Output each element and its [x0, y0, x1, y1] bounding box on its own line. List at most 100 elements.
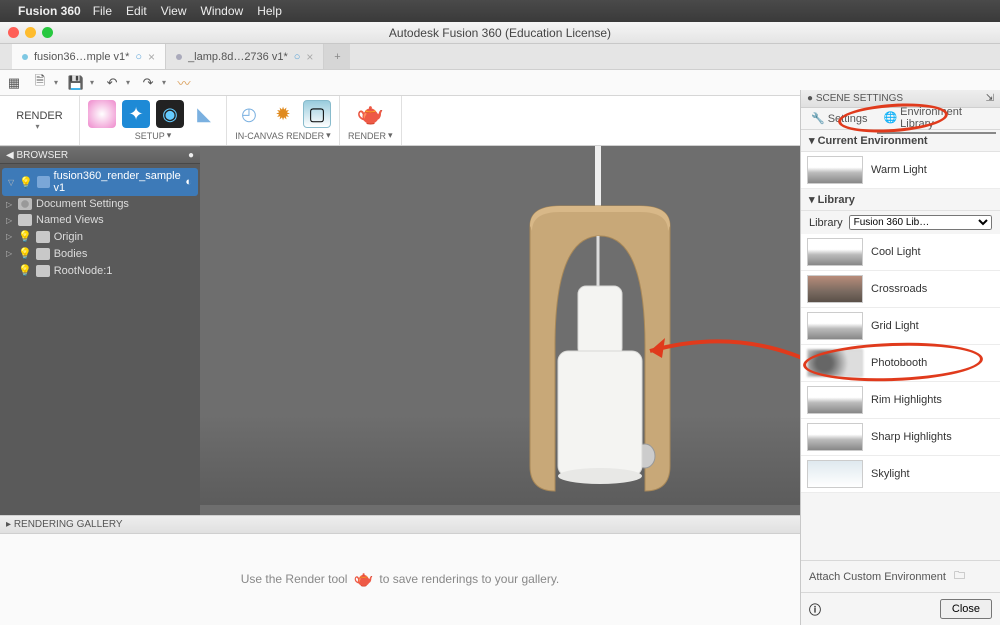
info-icon[interactable]: ⓘ [809, 601, 821, 618]
doc-tab-label: _lamp.8d…2736 v1* [188, 51, 288, 63]
attach-label: Attach Custom Environment [809, 571, 946, 583]
close-tab-icon[interactable]: × [306, 50, 313, 64]
library-label: Library [809, 217, 843, 229]
mac-menubar: Fusion 360 File Edit View Window Help ◉ … [0, 0, 1000, 22]
model-preview [470, 146, 730, 516]
capture-icon[interactable]: ▢ [303, 100, 331, 128]
env-item-rim-highlights[interactable]: Rim Highlights [801, 382, 1000, 419]
wrench-icon: 🔧 [811, 112, 825, 125]
decal-icon[interactable]: ◣ [190, 100, 218, 128]
tree-label: Named Views [36, 214, 104, 226]
gallery-empty-msg: Use the Render tool 🫖 to save renderings… [0, 534, 800, 624]
add-tab-button[interactable]: + [324, 44, 350, 69]
tree-label: Document Settings [36, 198, 129, 210]
doc-tab-1[interactable]: _lamp.8d…2736 v1* ○ × [166, 44, 324, 69]
env-label: Grid Light [871, 320, 919, 332]
tree-label: Origin [54, 231, 83, 243]
texture-icon[interactable]: ◉ [156, 100, 184, 128]
env-label: Rim Highlights [871, 394, 942, 406]
scene-settings-icon[interactable]: ✦ [122, 100, 150, 128]
folder-icon[interactable]: 🗀 [954, 567, 965, 586]
tree-label: Bodies [54, 248, 88, 260]
env-thumb [807, 386, 863, 414]
gallery-title: RENDERING GALLERY [14, 519, 123, 530]
env-label: Warm Light [871, 164, 927, 176]
library-select[interactable]: Fusion 360 Lib… [849, 215, 992, 230]
incanvas-render-icon[interactable]: ◴ [235, 100, 263, 128]
attach-env[interactable]: Attach Custom Environment 🗀 [801, 560, 1000, 592]
env-thumb [807, 312, 863, 340]
env-label: Sharp Highlights [871, 431, 952, 443]
window-titlebar: Autodesk Fusion 360 (Education License) [0, 22, 1000, 44]
gear-icon [18, 198, 32, 210]
folder-icon [36, 248, 50, 260]
doc-tab-0[interactable]: fusion36…mple v1* ○ × [12, 44, 166, 69]
appearance-icon[interactable] [88, 100, 116, 128]
minimize-window-icon[interactable] [25, 27, 36, 38]
undo-icon[interactable]: ↶ [104, 75, 120, 91]
menu-edit[interactable]: Edit [126, 4, 147, 18]
env-thumb [807, 275, 863, 303]
close-window-icon[interactable] [8, 27, 19, 38]
app-name[interactable]: Fusion 360 [18, 4, 81, 18]
teapot-icon: 🫖 [353, 569, 373, 589]
tree-item[interactable]: 💡RootNode:1 [2, 262, 198, 279]
env-label: Crossroads [871, 283, 927, 295]
tab-settings[interactable]: 🔧Settings [805, 110, 873, 127]
zoom-window-icon[interactable] [42, 27, 53, 38]
env-thumb [807, 460, 863, 488]
scene-title: SCENE SETTINGS [816, 93, 903, 104]
tree-label: RootNode:1 [54, 265, 113, 277]
folder-icon [18, 214, 32, 226]
menu-view[interactable]: View [161, 4, 187, 18]
close-button[interactable]: Close [940, 599, 992, 619]
pin-icon[interactable]: ● [188, 150, 194, 161]
env-item-skylight[interactable]: Skylight [801, 456, 1000, 493]
grid-icon[interactable]: ▦ [6, 75, 22, 91]
folder-icon [36, 231, 50, 243]
ribbon-render: 🫖 RENDER▾ [340, 96, 402, 145]
close-tab-icon[interactable]: × [148, 50, 155, 64]
env-item-sharp-highlights[interactable]: Sharp Highlights [801, 419, 1000, 456]
env-item-grid-light[interactable]: Grid Light [801, 308, 1000, 345]
tree-item[interactable]: ▷💡Bodies [2, 245, 198, 262]
tree-root[interactable]: ▽💡 fusion360_render_sample v1 ◐ [2, 168, 198, 196]
gallery-header[interactable]: ▸ RENDERING GALLERY [0, 516, 800, 534]
menu-help[interactable]: Help [257, 4, 282, 18]
env-label: Photobooth [871, 357, 927, 369]
save-icon[interactable]: 💾 [68, 75, 84, 91]
component-icon [37, 176, 50, 188]
tab-environment-library[interactable]: 🌐Environment Library [877, 104, 996, 134]
tab-env-label: Environment Library [900, 106, 990, 130]
env-thumb [807, 423, 863, 451]
document-tabs: fusion36…mple v1* ○ × _lamp.8d…2736 v1* … [0, 44, 1000, 70]
library-header[interactable]: ▾ Library [801, 189, 1000, 211]
env-label: Cool Light [871, 246, 921, 258]
ribbon-setup-label: SETUP [135, 131, 165, 141]
render-settings-icon[interactable]: ✹ [269, 100, 297, 128]
current-env-item[interactable]: Warm Light [801, 152, 1000, 189]
traffic-lights[interactable] [8, 27, 53, 38]
browser-title: BROWSER [16, 150, 68, 161]
workspace-switcher[interactable]: RENDER ▾ [0, 96, 80, 145]
folder-icon [36, 265, 50, 277]
menu-window[interactable]: Window [201, 4, 244, 18]
brush-icon[interactable]: 〰 [176, 75, 192, 91]
env-thumb [807, 349, 863, 377]
env-item-crossroads[interactable]: Crossroads [801, 271, 1000, 308]
scene-settings-panel: ● SCENE SETTINGS ⇲ 🔧Settings 🌐Environmen… [800, 90, 1000, 625]
env-item-cool-light[interactable]: Cool Light [801, 234, 1000, 271]
menu-file[interactable]: File [93, 4, 112, 18]
tree-item[interactable]: ▷Named Views [2, 212, 198, 228]
browser-header[interactable]: ◀ BROWSER ● [0, 146, 200, 164]
env-list[interactable]: Cool Light Crossroads Grid Light Photobo… [801, 234, 1000, 560]
redo-icon[interactable]: ↷ [140, 75, 156, 91]
tree-item[interactable]: ▷💡Origin [2, 228, 198, 245]
tree-item[interactable]: ▷Document Settings [2, 196, 198, 212]
file-icon[interactable]: 🗎 [32, 75, 48, 91]
ribbon-incanvas-label: IN-CANVAS RENDER [235, 131, 324, 141]
doc-tab-label: fusion36…mple v1* [34, 51, 129, 63]
env-item-photobooth[interactable]: Photobooth [801, 345, 1000, 382]
tree-root-label: fusion360_render_sample v1 [54, 170, 182, 194]
teapot-icon[interactable]: 🫖 [356, 100, 384, 128]
